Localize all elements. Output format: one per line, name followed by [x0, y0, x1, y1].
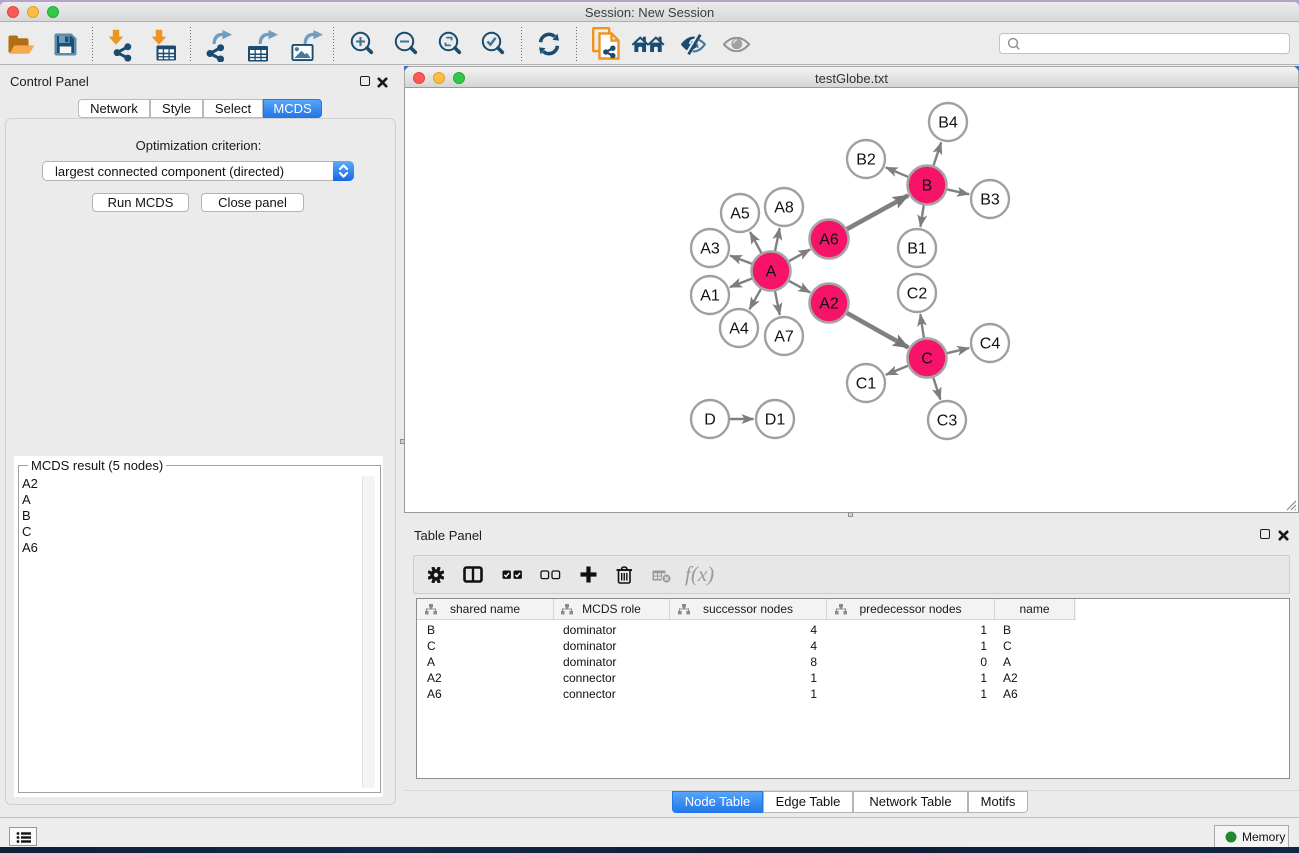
- svg-text:A6: A6: [819, 232, 839, 249]
- svg-text:A2: A2: [819, 296, 839, 313]
- svg-text:A7: A7: [774, 329, 794, 346]
- svg-text:C4: C4: [980, 336, 1001, 353]
- svg-text:B3: B3: [980, 192, 1000, 209]
- svg-text:D: D: [704, 412, 716, 429]
- svg-text:B1: B1: [907, 241, 927, 258]
- svg-text:D1: D1: [765, 412, 786, 429]
- svg-text:C3: C3: [937, 413, 958, 430]
- svg-text:B: B: [922, 178, 933, 195]
- svg-text:A4: A4: [729, 321, 749, 338]
- svg-text:C1: C1: [856, 376, 877, 393]
- svg-text:C: C: [921, 351, 933, 368]
- svg-text:C2: C2: [907, 286, 928, 303]
- svg-text:B2: B2: [856, 152, 876, 169]
- svg-text:A3: A3: [700, 241, 720, 258]
- svg-text:B4: B4: [938, 115, 958, 132]
- svg-text:A: A: [766, 264, 777, 281]
- svg-text:A8: A8: [774, 200, 794, 217]
- svg-text:A5: A5: [730, 206, 750, 223]
- svg-text:A1: A1: [700, 288, 720, 305]
